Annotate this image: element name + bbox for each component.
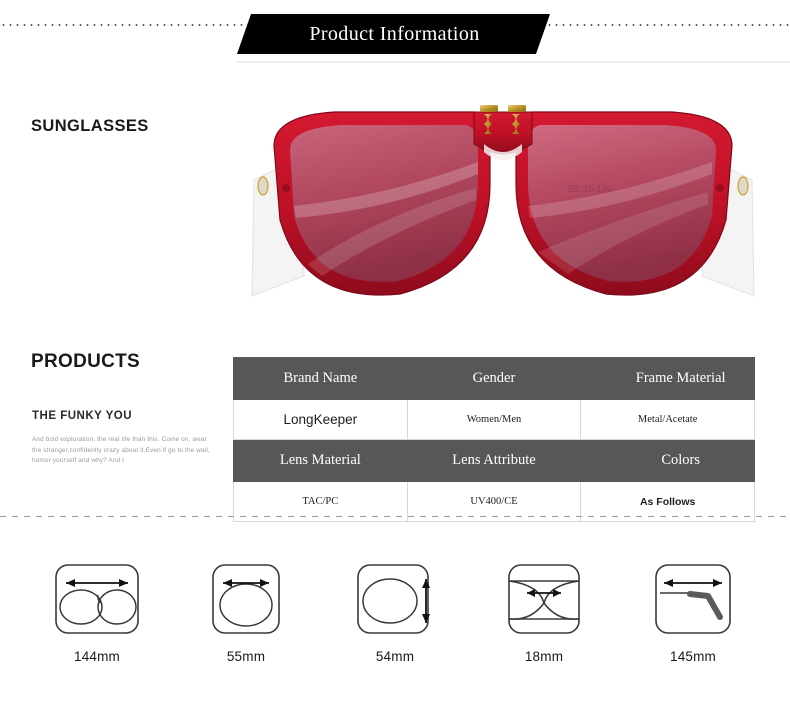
table-row: LongKeeper Women/Men Metal/Acetate [233, 399, 755, 440]
measurement-item: 145mm [634, 563, 752, 664]
measurement-item: 55mm [187, 563, 305, 664]
frame-total-width-icon [55, 564, 139, 634]
svg-text:55□18-145: 55□18-145 [568, 184, 611, 194]
measurement-label: 144mm [73, 649, 120, 664]
bridge-width-icon [508, 564, 580, 634]
header-underline [237, 61, 790, 63]
measurement-item: 54mm [336, 563, 454, 664]
lens-height-icon [357, 564, 430, 634]
measurement-item: 18mm [485, 563, 603, 664]
measurement-label: 145mm [669, 649, 716, 664]
section-dashed-divider [0, 516, 790, 517]
brand-copy-block: THE FUNKY YOU And bold exploration, the … [32, 410, 212, 467]
table-header-cell: Frame Material [580, 357, 755, 400]
brand-copy-body: And bold exploration, the real life than… [32, 436, 210, 464]
page-header: Product Information [0, 0, 790, 63]
measurement-label: 54mm [375, 649, 415, 664]
product-information-page: Product Information SUNGLASSES 55□18-145… [0, 0, 790, 708]
table-cell: Women/Men [406, 399, 582, 440]
measurement-label: 55mm [226, 649, 266, 664]
measurement-row: 144mm 55mm 54mm 18mm 145mm [0, 563, 790, 664]
sunglasses-illustration: 55□18-145 [251, 105, 755, 297]
product-photo: 55□18-145 [238, 88, 768, 320]
temple-length-icon [655, 564, 731, 634]
lens-width-icon [212, 564, 280, 634]
measurement-item: 144mm [38, 563, 156, 664]
table-header-cell: Lens Attribute [406, 439, 582, 482]
table-header-cell: Colors [580, 439, 755, 482]
measurement-label: 18mm [524, 649, 564, 664]
table-header-cell: Lens Material [233, 439, 408, 482]
brand-copy-heading: THE FUNKY YOU [32, 410, 133, 422]
products-section-label: PRODUCTS [31, 351, 141, 372]
table-row: Lens Material Lens Attribute Colors [233, 439, 755, 482]
table-header-cell: Brand Name [233, 357, 408, 400]
table-cell: LongKeeper [233, 399, 408, 440]
table-cell: Metal/Acetate [580, 399, 755, 440]
sunglasses-section-label: SUNGLASSES [31, 117, 149, 135]
table-row: Brand Name Gender Frame Material [233, 357, 755, 400]
page-title: Product Information [309, 22, 480, 45]
header-banner: Product Information [237, 14, 550, 54]
specification-table: Brand Name Gender Frame Material LongKee… [233, 357, 755, 522]
table-header-cell: Gender [406, 357, 582, 400]
